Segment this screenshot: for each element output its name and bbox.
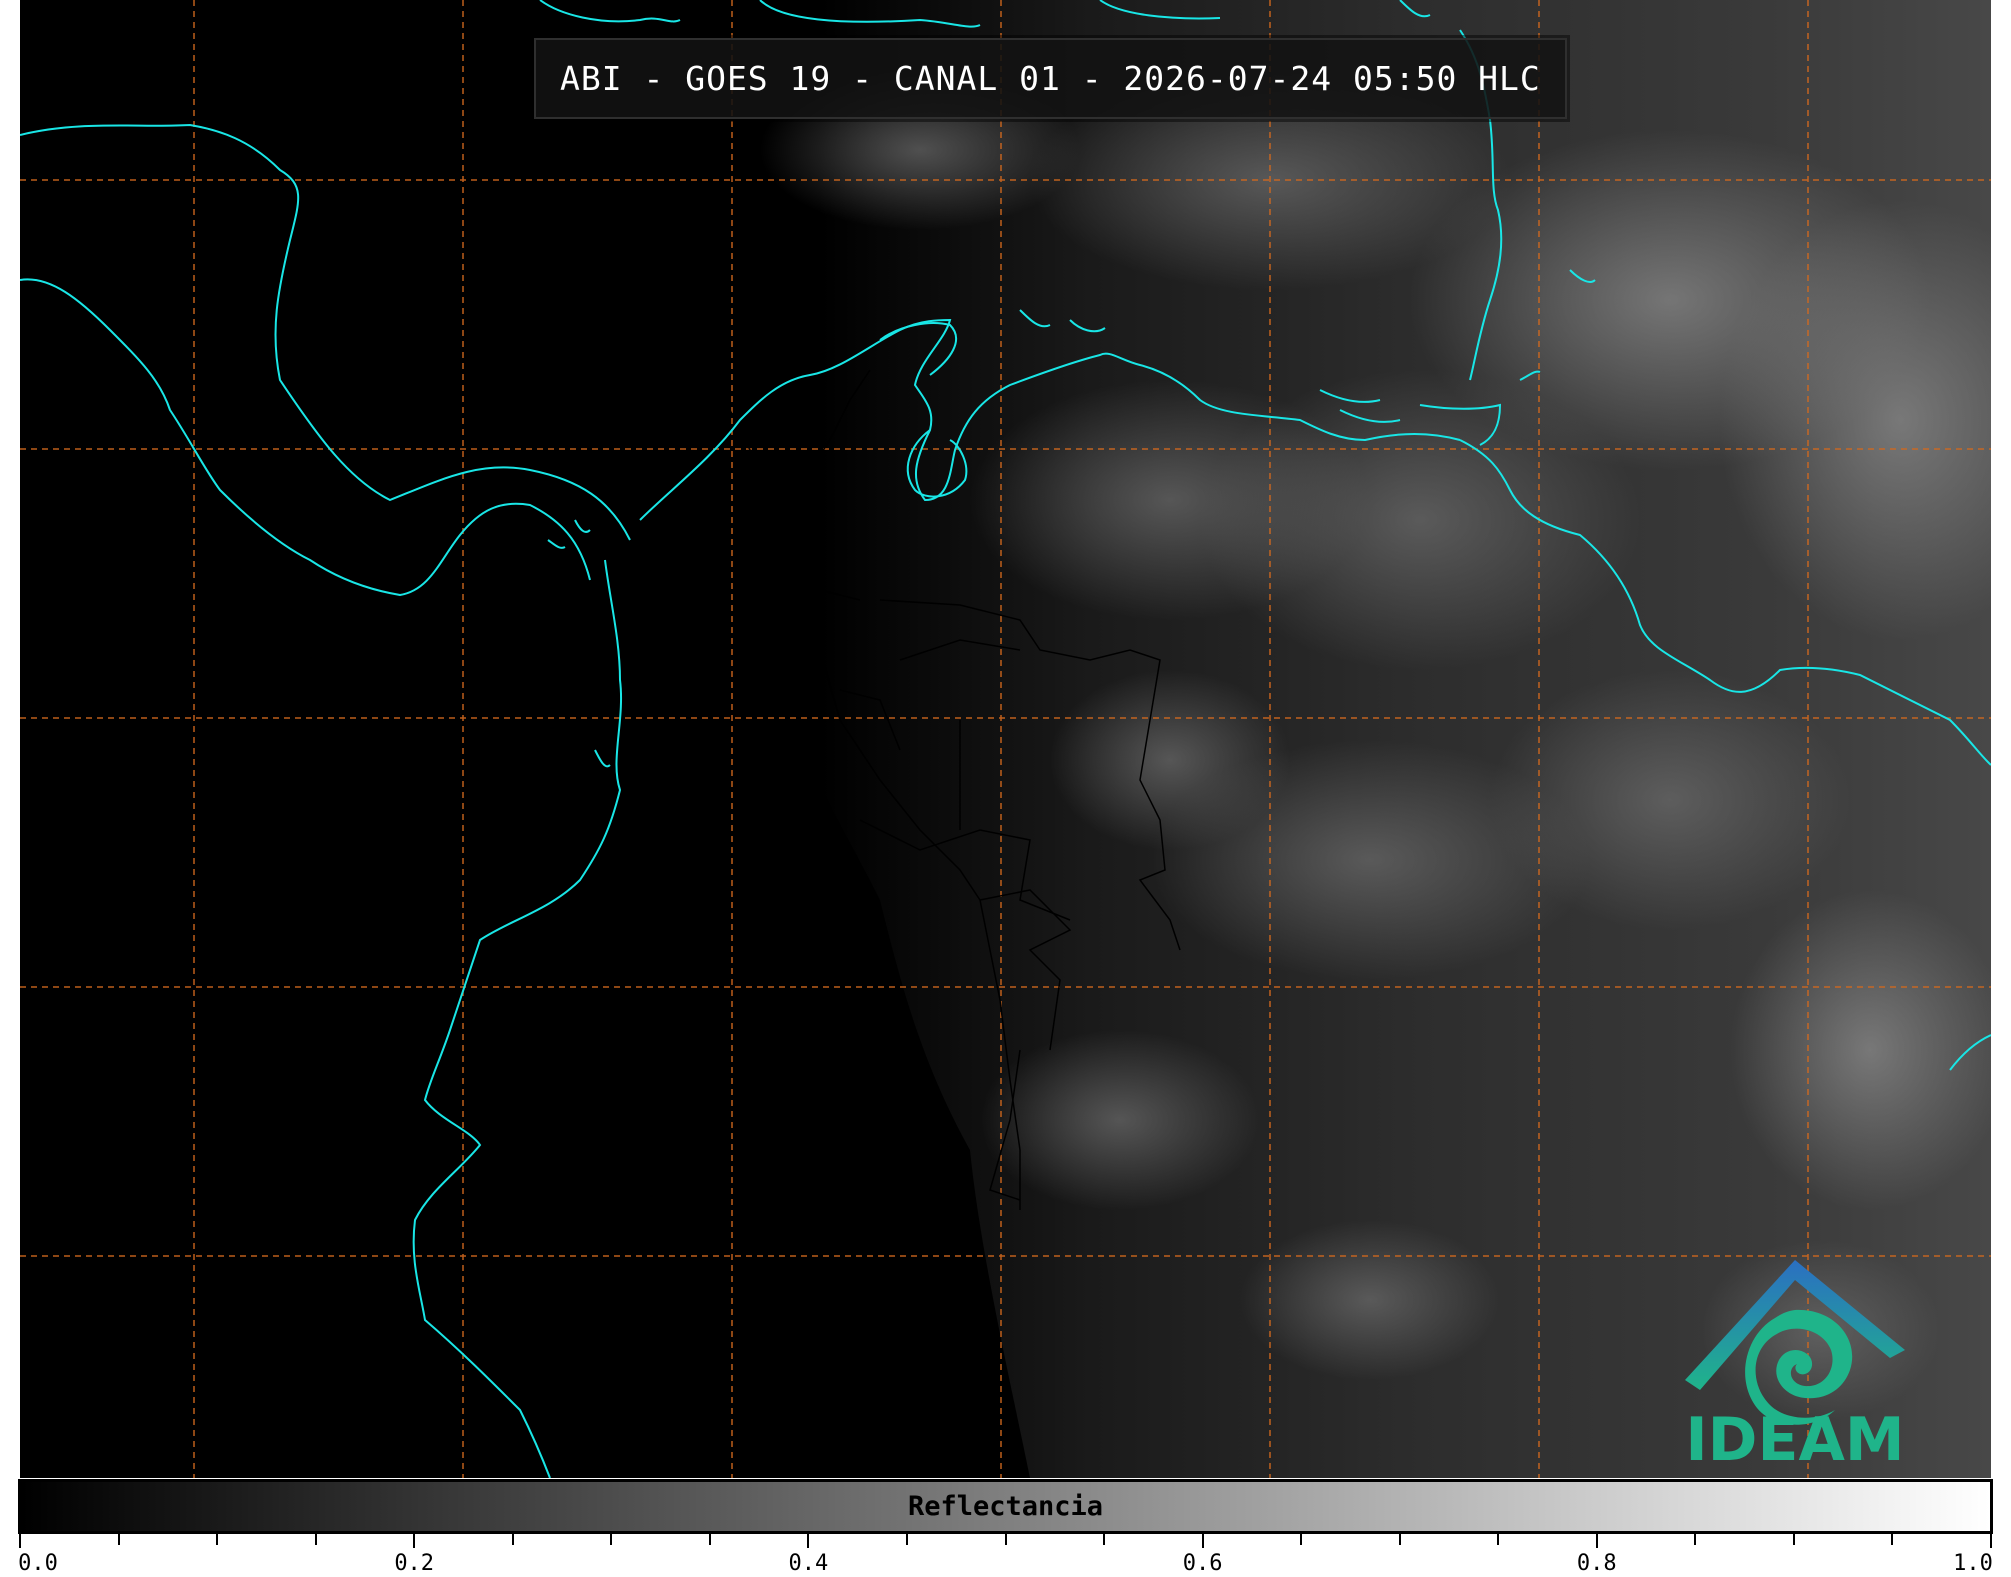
- colorbar-tick-label: 0.8: [1576, 1551, 1617, 1576]
- title-box: ABI - GOES 19 - CANAL 01 - 2026-07-24 05…: [534, 38, 1567, 119]
- colorbar-tick: [1497, 1534, 1500, 1545]
- colorbar: Reflectancia: [18, 1479, 1993, 1534]
- colorbar-tick: [1004, 1534, 1007, 1545]
- colorbar-tick: [1300, 1534, 1303, 1545]
- colorbar-tick: [1201, 1534, 1204, 1548]
- colorbar-tick: [117, 1534, 120, 1545]
- colorbar-tick: [1792, 1534, 1795, 1545]
- colorbar-tick: [1595, 1534, 1598, 1548]
- colorbar-tick: [216, 1534, 219, 1545]
- colorbar-tick: [610, 1534, 613, 1545]
- colorbar-label: Reflectancia: [907, 1491, 1104, 1522]
- colorbar-tick-label: 0.4: [788, 1551, 829, 1576]
- colorbar-tick-label: 0.6: [1182, 1551, 1223, 1576]
- satellite-map[interactable]: ABI - GOES 19 - CANAL 01 - 2026-07-24 05…: [20, 0, 1991, 1478]
- colorbar-tick: [314, 1534, 317, 1545]
- colorbar-ticks: 0.0 0.2 0.4 0.6 0.8 1.0: [18, 1534, 1993, 1577]
- colorbar-tick-label: 0.2: [394, 1551, 435, 1576]
- colorbar-tick: [19, 1534, 21, 1548]
- colorbar-tick: [1891, 1534, 1894, 1545]
- colorbar-tick: [1398, 1534, 1401, 1545]
- colorbar-tick: [413, 1534, 416, 1548]
- colorbar-tick: [905, 1534, 908, 1545]
- colorbar-tick-label: 0.0: [18, 1551, 58, 1576]
- colorbar-tick: [1694, 1534, 1697, 1545]
- map-title: ABI - GOES 19 - CANAL 01 - 2026-07-24 05…: [560, 59, 1541, 98]
- colorbar-tick: [511, 1534, 514, 1545]
- ideam-logo-text: IDEAM: [1685, 1405, 1905, 1475]
- colorbar-tick: [1103, 1534, 1106, 1545]
- colorbar-tick: [1990, 1534, 1992, 1548]
- colorbar-tick-label: 1.0: [1953, 1551, 1993, 1576]
- colorbar-tick: [708, 1534, 711, 1545]
- colorbar-tick: [807, 1534, 810, 1548]
